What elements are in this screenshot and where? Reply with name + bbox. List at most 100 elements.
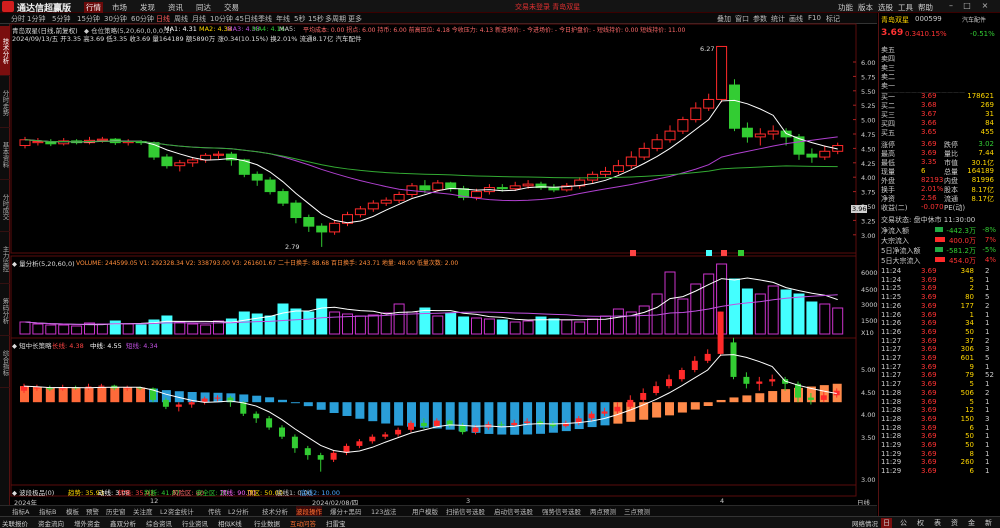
flow-pct: 7% [984, 236, 996, 244]
volume-bar [135, 324, 147, 335]
stat-value: 8.17亿 [971, 195, 994, 203]
bottom-tab-2[interactable]: 模板 [66, 506, 79, 516]
strategy-bar [690, 402, 700, 410]
mid-line-value: 中线: 4.55 [90, 342, 122, 350]
status-link-4[interactable]: 综合资讯 [146, 518, 172, 528]
status-link-3[interactable]: 鑫双分析 [110, 518, 136, 528]
status-link-7[interactable]: 行业数据 [254, 518, 280, 528]
network-status[interactable]: 网络情况 [852, 518, 878, 528]
panel-bottom-tab[interactable]: 金 [966, 518, 977, 528]
panel-bottom-tab[interactable]: 表 [932, 518, 943, 528]
bottom-tab-9[interactable]: 技术分析 [262, 506, 288, 516]
bottom-tab-18[interactable]: 三点预测 [624, 506, 650, 516]
strategy-bar [781, 389, 791, 403]
tick-time: 11:29 [881, 441, 902, 449]
tick-time: 11:28 [881, 414, 902, 423]
ma1-value: MA1: 4.31 [164, 25, 197, 33]
volume-bar [354, 315, 366, 335]
mid-candle [666, 379, 672, 387]
strategy-label: ◆ 短中长策略 [12, 342, 52, 350]
mid-candle [807, 397, 814, 400]
tick-volume: 37 [965, 336, 974, 345]
strategy-bar [703, 402, 713, 406]
bottom-tab-6[interactable]: L2资金统计 [160, 506, 194, 516]
volume-bar [612, 308, 624, 335]
tick-time: 11:28 [881, 423, 902, 432]
volume-bar [677, 298, 689, 335]
bottom-tab-17[interactable]: 两点预测 [590, 506, 616, 516]
bottom-tab-13[interactable]: 用户模版 [412, 506, 438, 516]
tick-volume: 5 [969, 380, 974, 389]
tick-price: 3.69 [921, 275, 937, 284]
stock-industry[interactable]: 汽车配件 [962, 15, 986, 24]
candle [213, 153, 224, 156]
volume-bar [122, 323, 134, 335]
strategy-bar [329, 402, 339, 414]
signal-marker [738, 250, 744, 256]
status-link-9[interactable]: 扫雷宝 [326, 518, 346, 528]
stat-value: 82193 [921, 176, 944, 184]
panel-frame [10, 23, 857, 254]
stat-label: 收益(二) [881, 204, 908, 212]
status-link-8[interactable]: 互动问答 [290, 518, 316, 528]
price-axis-label: 3.00 [861, 232, 875, 240]
bottom-tab-15[interactable]: 启动信号选股 [494, 506, 533, 516]
bottom-tab-3[interactable]: 预警 [86, 506, 99, 516]
mid-axis-label: 4.50 [861, 389, 875, 397]
flow-label: 5日大宗流入 [881, 257, 921, 265]
status-link-1[interactable]: 资金流向 [38, 518, 64, 528]
flow-label: 大宗流入 [881, 237, 909, 245]
bottom-tab-0[interactable]: 指标A [12, 506, 29, 516]
panel-bottom-tab[interactable]: 资 [949, 518, 960, 528]
tick-price: 3.69 [921, 293, 937, 302]
tick-volume: 50 [965, 432, 974, 441]
candle [290, 202, 302, 219]
tick-count: 52 [985, 371, 994, 380]
status-link-2[interactable]: 增外资金 [74, 518, 100, 528]
buy-volume-4: 84 [985, 119, 994, 127]
bottom-tab-11[interactable]: 爆分+黑码 [330, 506, 361, 516]
bottom-tab-10[interactable]: 波段操作 [296, 506, 322, 516]
bottom-tab-14[interactable]: 扫描信号选股 [446, 506, 485, 516]
status-link-5[interactable]: 行业资讯 [182, 518, 208, 528]
volume-bar [406, 311, 418, 335]
bottom-tab-16[interactable]: 强势信号选股 [542, 506, 581, 516]
volume-bar [819, 303, 831, 335]
mid-candle [717, 311, 724, 354]
tick-volume: 34 [965, 319, 974, 328]
mid-candle [640, 393, 647, 400]
tick-volume: 50 [965, 441, 974, 449]
bottom-tab-1[interactable]: 指标B [39, 506, 56, 516]
panel-bottom-tab[interactable]: 日 [881, 518, 892, 528]
status-link-0[interactable]: 关联报价 [2, 518, 28, 528]
panel-bottom-tab[interactable]: 新 [983, 518, 994, 528]
stock-name: 青岛双星 [881, 16, 909, 24]
volume-bar [238, 311, 250, 335]
volume-bar [393, 303, 405, 335]
tick-count: 1 [985, 397, 990, 406]
tick-count: 1 [985, 362, 990, 371]
panel-bottom-tab[interactable]: 公 [898, 518, 909, 528]
candle [96, 138, 108, 141]
tick-count: 5 [985, 293, 990, 302]
mid-candle [291, 436, 298, 449]
bottom-tab-12[interactable]: 123战法 [371, 506, 396, 516]
status-link-6[interactable]: 相似K线 [218, 518, 242, 528]
candle [819, 150, 831, 158]
tick-volume: 5 [969, 397, 974, 406]
tick-volume: 601 [960, 354, 974, 362]
buy-price-4: 3.66 [921, 119, 937, 127]
tick-time: 11:28 [881, 432, 902, 441]
bottom-tab-4[interactable]: 历史窗 [106, 506, 126, 516]
volume-bar [264, 315, 276, 335]
mid-candle [743, 376, 750, 384]
bottom-tab-8[interactable]: L2分析 [228, 506, 249, 516]
tick-time: 11:29 [881, 467, 902, 476]
bottom-tab-7[interactable]: 传统 [208, 506, 221, 516]
long-line-value: 长线: 4.38 [52, 342, 84, 350]
tick-volume: 260 [960, 458, 974, 467]
bottom-tab-5[interactable]: 关注度 [133, 506, 153, 516]
tick-count: 1 [985, 467, 990, 476]
panel-bottom-tab[interactable]: 权 [915, 518, 926, 528]
tick-price: 3.69 [921, 284, 937, 293]
